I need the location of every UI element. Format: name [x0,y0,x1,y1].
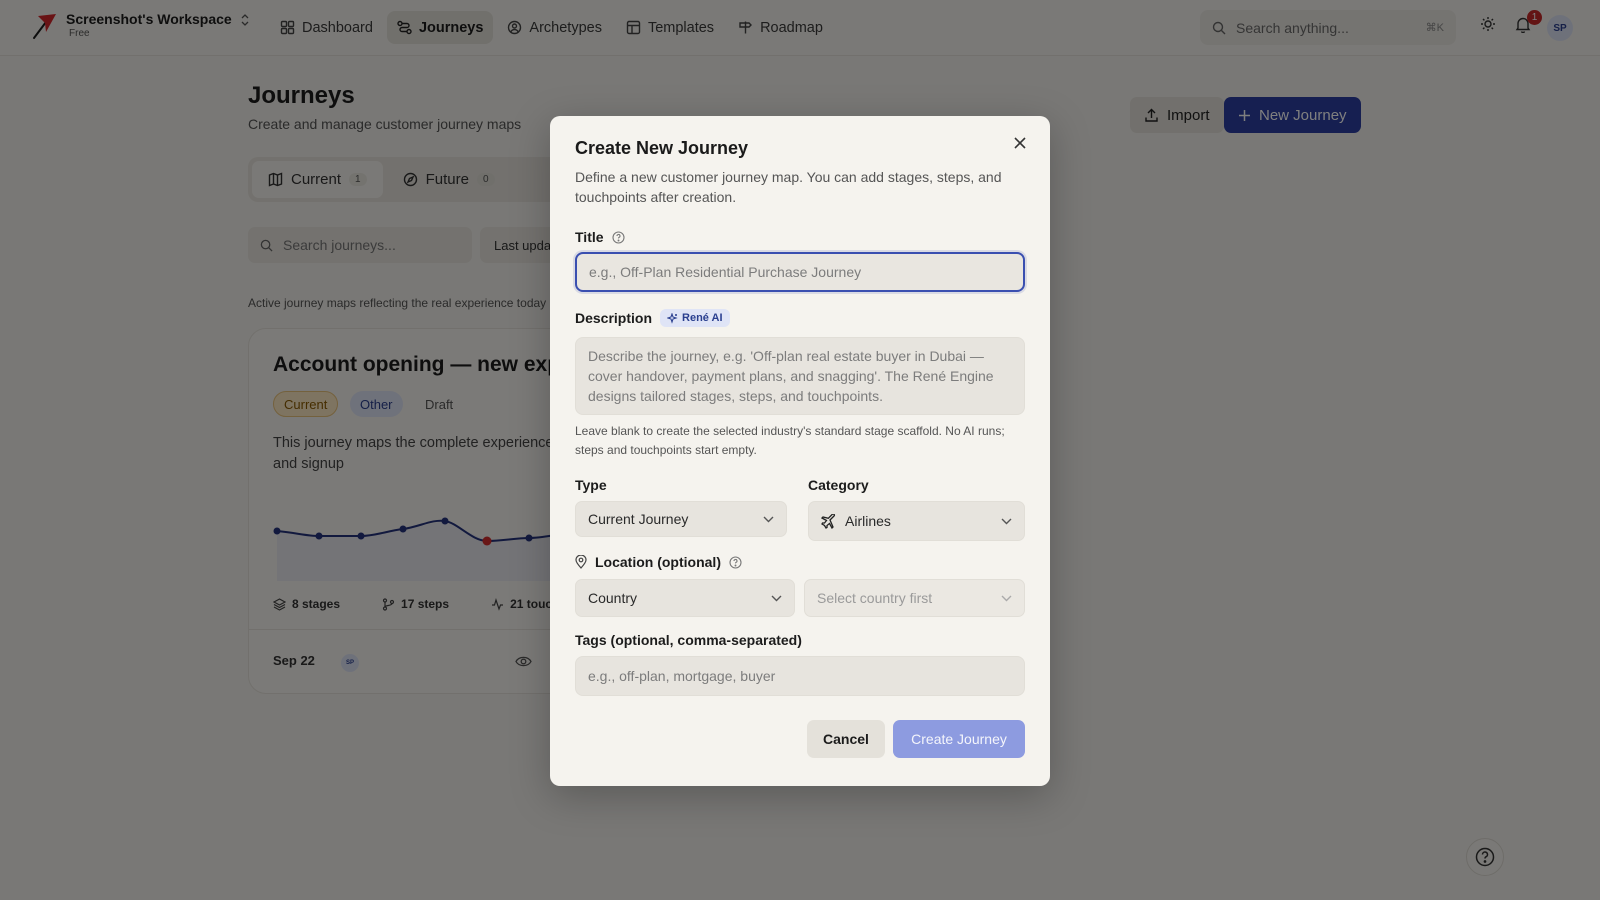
dialog-title: Create New Journey [575,138,749,158]
type-select[interactable]: Current Journey [575,501,787,537]
location-label: Location (optional) [575,554,742,570]
sparkle-icon [667,312,678,324]
category-select[interactable]: Airlines [808,501,1025,541]
create-journey-dialog: Create New Journey Define a new customer… [550,116,1050,786]
tags-label: Tags (optional, comma-separated) [575,632,802,648]
category-label: Category [808,477,869,493]
chevron-down-icon [771,595,782,601]
title-label-text: Title [575,229,604,245]
type-value: Current Journey [588,511,689,527]
description-label: Description René AI [575,309,730,327]
close-icon [1014,137,1026,149]
create-journey-button[interactable]: Create Journey [893,720,1025,758]
region-select: Select country first [804,579,1025,617]
description-label-text: Description [575,310,653,326]
chevron-down-icon [763,516,774,522]
category-value: Airlines [845,513,891,529]
cancel-button[interactable]: Cancel [807,720,885,758]
title-input[interactable] [575,252,1025,292]
region-placeholder: Select country first [817,590,933,606]
help-circle-icon[interactable] [611,230,625,244]
description-input[interactable] [575,337,1025,415]
map-pin-icon [575,555,587,569]
country-placeholder: Country [588,590,638,606]
location-label-text: Location (optional) [595,554,721,570]
type-label: Type [575,477,607,493]
ai-chip[interactable]: René AI [660,309,730,327]
description-hint: Leave blank to create the selected indus… [575,424,1005,457]
close-button[interactable] [1009,132,1031,154]
tags-input[interactable] [575,656,1025,696]
country-select[interactable]: Country [575,579,795,617]
plane-icon [821,513,835,529]
ai-chip-label: René AI [682,312,723,324]
title-label: Title [575,229,625,245]
chevron-down-icon [1001,595,1012,601]
chevron-down-icon [1001,518,1012,524]
help-circle-icon[interactable] [729,555,742,569]
dialog-description: Define a new customer journey map. You c… [575,169,1002,205]
